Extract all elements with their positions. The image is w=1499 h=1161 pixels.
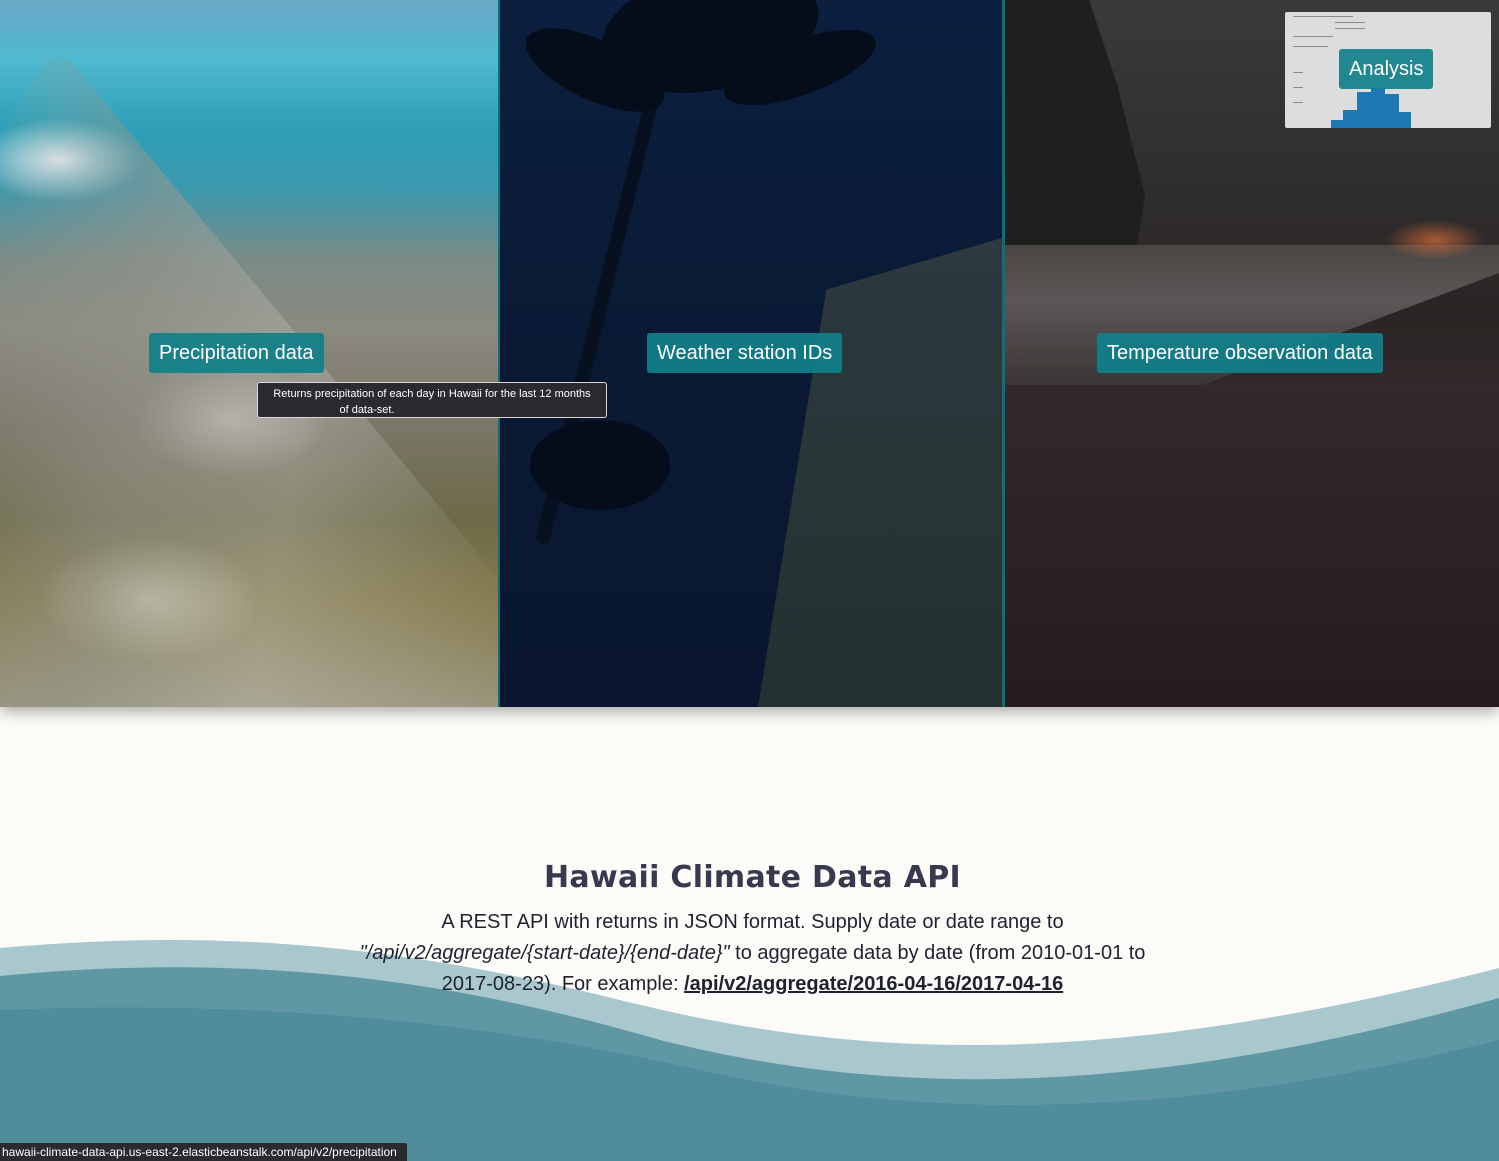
precipitation-data-button[interactable]: Precipitation data [149, 333, 324, 373]
example-endpoint-link[interactable]: /api/v2/aggregate/2016-04-16/2017-04-16 [684, 973, 1063, 995]
thumb-histogram-bar [1343, 110, 1357, 128]
cliff-image [1005, 0, 1145, 280]
thumb-histogram-bar [1385, 94, 1399, 128]
analysis-button[interactable]: Analysis [1339, 49, 1434, 89]
endpoint-template: "/api/v2/aggregate/{start-date}/{end-dat… [359, 942, 730, 964]
thumb-histogram-bar [1331, 120, 1343, 128]
thumb-histogram-bar [1371, 88, 1385, 128]
thumb-text-line [1293, 72, 1303, 73]
weather-station-ids-button[interactable]: Weather station IDs [647, 333, 843, 373]
analysis-thumbnail[interactable]: Analysis [1285, 12, 1491, 128]
hero-panels: Precipitation data Weather station IDs T… [0, 0, 1499, 707]
palm-frond [530, 420, 670, 510]
thumb-histogram-bar [1357, 92, 1371, 128]
api-description: A REST API with returns in JSON format. … [343, 907, 1163, 1000]
thumb-text-line [1293, 102, 1303, 103]
temperature-observation-button[interactable]: Temperature observation data [1097, 333, 1383, 373]
sunset-glow [1385, 220, 1485, 260]
thumb-text-line [1293, 87, 1303, 88]
description-text-start: A REST API with returns in JSON format. … [441, 911, 1064, 933]
thumb-text-line [1293, 46, 1328, 47]
thumb-text-line [1335, 28, 1365, 29]
browser-status-bar: hawaii-climate-data-api.us-east-2.elasti… [0, 1143, 407, 1161]
thumb-text-line [1293, 36, 1333, 37]
tooltip-line-1: Returns precipitation of each day in Haw… [273, 388, 591, 400]
thumb-histogram-bar [1399, 112, 1411, 128]
thumb-text-line [1335, 22, 1365, 23]
tooltip-line-2: of data-set. [339, 404, 395, 416]
precipitation-tooltip: Returns precipitation of each day in Haw… [257, 382, 607, 418]
api-intro: Hawaii Climate Data API A REST API with … [300, 860, 1205, 1000]
building-wall-image [758, 238, 1002, 707]
thumb-text-line [1293, 16, 1353, 17]
page-title: Hawaii Climate Data API [544, 860, 961, 895]
